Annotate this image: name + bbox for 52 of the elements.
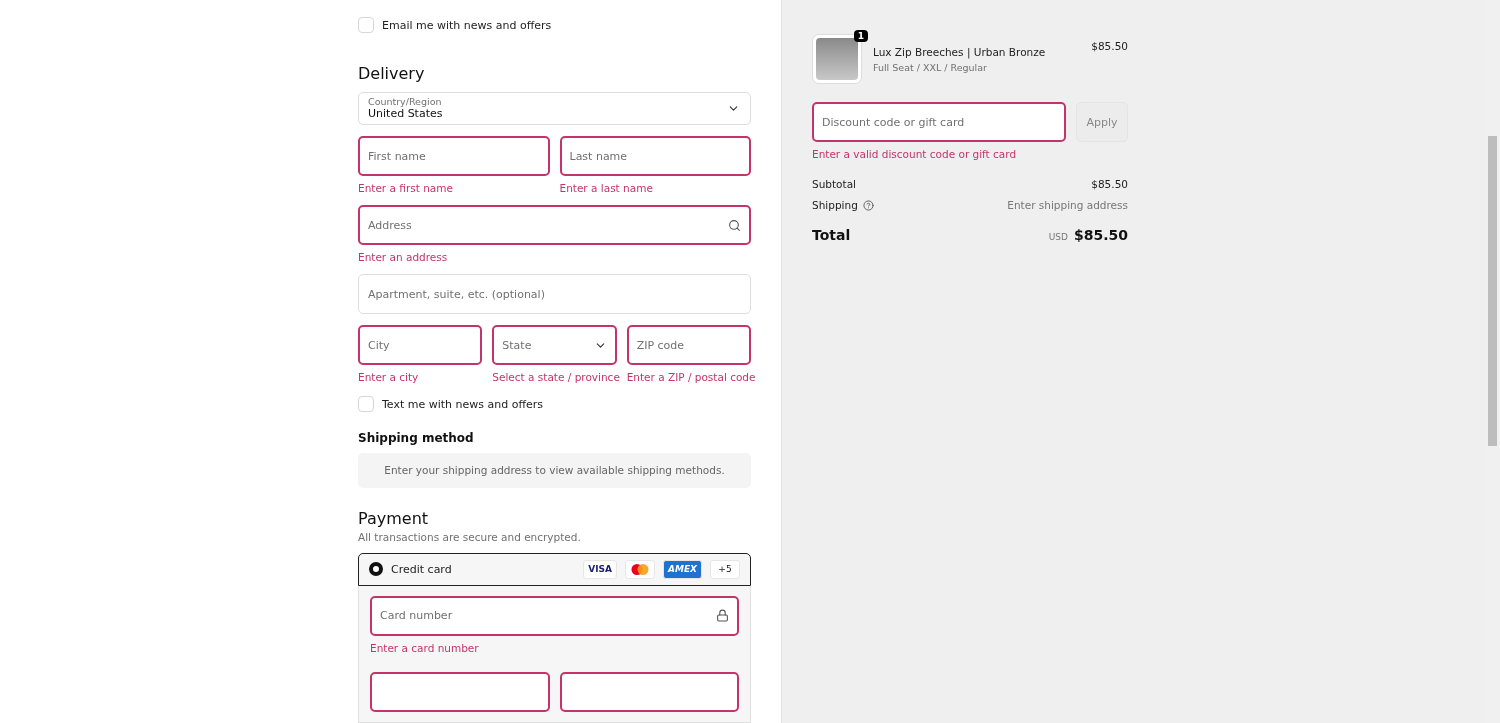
- input-field[interactable]: Card number: [370, 596, 739, 636]
- card-logo: VISA: [583, 559, 617, 579]
- lock-icon: [716, 609, 729, 623]
- radio-button[interactable]: [369, 562, 383, 577]
- error-message: Enter a first name: [358, 182, 454, 195]
- input-field[interactable]: [559, 672, 739, 712]
- input-field[interactable]: First name: [358, 136, 550, 177]
- product-name: Lux Zip Breeches | Urban Bronze: [873, 45, 1047, 58]
- input-field[interactable]: Apartment, suite, etc. (optional): [358, 274, 751, 315]
- payment-label: Credit card: [391, 562, 453, 576]
- total-label: Total: [812, 227, 851, 243]
- field-value: United States: [368, 107, 443, 121]
- shipping-info-panel: Enter your shipping address to view available shipping methods.: [358, 452, 751, 488]
- card-logo: AMEX: [663, 559, 702, 579]
- help-icon: [862, 199, 874, 211]
- payment-option[interactable]: Credit card VISA AMEX +5: [358, 552, 751, 586]
- field-label: Country/Region: [368, 96, 443, 108]
- discount-field[interactable]: Discount code or gift card: [812, 102, 1066, 142]
- checkbox[interactable]: [358, 17, 374, 33]
- input-field[interactable]: Last name: [559, 136, 751, 177]
- product-price: $85.50: [1091, 40, 1128, 52]
- error-message: Enter a last name: [559, 182, 654, 195]
- summary-label: Subtotal: [812, 178, 856, 190]
- state-select[interactable]: State: [492, 325, 617, 366]
- checkbox-label: Email me with news and offers: [382, 18, 552, 32]
- section-heading: Delivery: [358, 64, 426, 84]
- section-subtitle: All transactions are secure and encrypted.: [358, 530, 582, 543]
- search-icon: [728, 218, 741, 232]
- scrollbar-thumb[interactable]: [1488, 136, 1497, 446]
- error-message: Enter a valid discount code or gift card: [812, 148, 1018, 160]
- country-select[interactable]: Country/Region United States: [358, 91, 751, 126]
- input-field[interactable]: City: [358, 325, 483, 366]
- checkbox[interactable]: [358, 396, 374, 413]
- scrollbar[interactable]: [1485, 0, 1500, 723]
- total-value: $85.50: [1073, 227, 1128, 243]
- summary-value: Enter shipping address: [1007, 199, 1128, 211]
- summary-label: Shipping: [812, 199, 858, 211]
- input-field[interactable]: [370, 672, 550, 712]
- section-heading: Payment: [358, 509, 430, 529]
- section-heading: Shipping method: [358, 430, 475, 445]
- summary-value: $85.50: [1091, 178, 1128, 190]
- currency-code: USD: [1048, 232, 1068, 242]
- input-field[interactable]: ZIP code: [626, 325, 751, 366]
- more-cards-badge: +5: [710, 559, 740, 579]
- card-logo-icon: [625, 559, 655, 579]
- error-message: Enter a card number: [370, 642, 480, 654]
- checkbox-label: Text me with news and offers: [382, 397, 544, 411]
- product-variant: Full Seat / XXL / Regular: [873, 61, 988, 73]
- quantity-badge: 1: [853, 30, 868, 42]
- error-message: Enter a city: [358, 371, 420, 384]
- input-field[interactable]: Address: [358, 205, 751, 246]
- error-message: Enter an address: [358, 251, 449, 264]
